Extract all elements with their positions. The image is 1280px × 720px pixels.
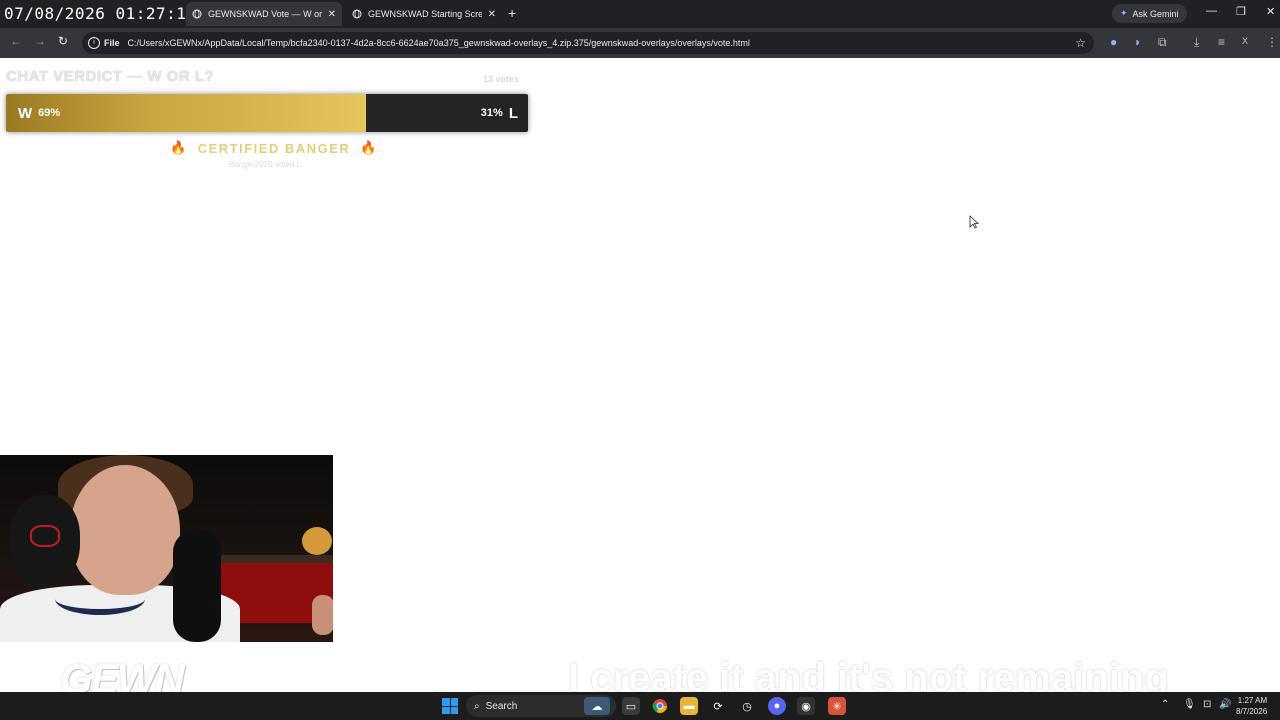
tab-vote[interactable]: GEWNSKWAD Vote — W or L ✕	[186, 2, 342, 26]
new-tab-button[interactable]: +	[508, 5, 516, 21]
taskbar-search-label: Search	[485, 700, 518, 712]
vote-title: CHAT VERDICT — W OR L?	[6, 68, 215, 85]
tab-title: GEWNSKWAD Starting Screen	[368, 9, 482, 19]
close-window-icon[interactable]: ✕	[1266, 5, 1275, 18]
l-segment: 31% L	[366, 94, 528, 132]
lamp	[302, 527, 332, 555]
browser-toolbar: ← → ↻ i File C:/Users/xGEWNx/AppData/Loc…	[0, 28, 1280, 58]
forward-arrow-icon[interactable]: →	[34, 34, 46, 48]
address-bar[interactable]: i File C:/Users/xGEWNx/AppData/Local/Tem…	[82, 32, 1094, 54]
w-percent: 69%	[38, 107, 61, 119]
ask-gemini-button[interactable]: ✦ Ask Gemini	[1112, 4, 1187, 23]
info-icon[interactable]: i	[88, 37, 100, 49]
vote-count: 13 votes	[483, 74, 520, 84]
download-icon[interactable]: ⤓	[1194, 35, 1199, 50]
badge-text: CERTIFIED BANGER	[197, 140, 351, 156]
microphone-tray-icon[interactable]: 🎙	[1183, 699, 1196, 710]
streamer-face	[70, 465, 180, 595]
extension-icon[interactable]: ●	[1110, 35, 1117, 49]
search-icon: ⌕	[474, 700, 480, 712]
certified-banger-badge: 🔥 CERTIFIED BANGER 🔥	[170, 140, 378, 156]
ask-gemini-label: Ask Gemini	[1132, 8, 1179, 19]
weather-widget-icon[interactable]: ☁	[584, 697, 610, 715]
w-letter: W	[18, 104, 33, 122]
profile-avatar-icon[interactable]: X	[1242, 36, 1248, 46]
network-icon[interactable]: ⊡	[1203, 699, 1211, 710]
browser-tab-strip: 07/08/2026 01:27:15 GEWNSKWAD Vote — W o…	[0, 0, 1280, 28]
url-text: C:/Users/xGEWNx/AppData/Local/Temp/bcfa2…	[127, 38, 750, 48]
tab-starting-screen[interactable]: GEWNSKWAD Starting Screen ✕	[346, 2, 502, 26]
clock-app-icon[interactable]: ◷	[738, 697, 756, 715]
stream-clock-overlay: 07/08/2026 01:27:15	[4, 4, 197, 23]
volume-icon[interactable]: 🔊	[1219, 699, 1231, 710]
webcam-feed	[0, 455, 333, 642]
file-scheme-label: File	[104, 38, 120, 48]
windows-taskbar: ⌕ Search ☁ ▭ ▬ ⟳ ◷ ● ◉ ✳ ⌃ 🎙 ⊡ 🔊 1:27 AM…	[0, 692, 1280, 720]
badge-subtext: Banger2020 voted L	[229, 160, 302, 169]
discord-icon[interactable]: ●	[768, 697, 786, 715]
microphone	[173, 530, 221, 642]
mouse-cursor-icon	[969, 215, 980, 232]
tray-chevron-icon[interactable]: ⌃	[1161, 699, 1169, 710]
chrome-icon[interactable]	[651, 697, 669, 715]
globe-icon	[352, 9, 362, 19]
app-icon[interactable]: ⟳	[709, 697, 727, 715]
read-aloud-icon[interactable]: ◗	[1134, 35, 1141, 49]
bookmark-star-icon[interactable]: ☆	[1075, 36, 1086, 50]
close-tab-icon[interactable]: ✕	[328, 9, 336, 20]
tab-title: GEWNSKWAD Vote — W or L	[208, 9, 322, 19]
minimize-icon[interactable]: —	[1206, 5, 1217, 17]
obs-icon[interactable]: ◉	[797, 697, 815, 715]
extensions-puzzle-icon[interactable]: ⧉	[1158, 35, 1167, 50]
headset-logo-icon	[30, 525, 60, 547]
close-tab-icon[interactable]: ✕	[488, 9, 496, 20]
l-letter: L	[508, 104, 518, 122]
back-arrow-icon[interactable]: ←	[10, 34, 22, 48]
taskbar-clock[interactable]: 1:27 AM 8/7/2026	[1236, 695, 1267, 717]
l-percent: 31%	[480, 107, 503, 119]
fire-icon: 🔥	[360, 140, 378, 155]
taskbar-time: 1:27 AM	[1237, 696, 1268, 705]
globe-icon	[192, 9, 202, 19]
gemini-sparkle-icon: ✦	[1120, 8, 1128, 18]
restore-icon[interactable]: ❐	[1236, 5, 1246, 18]
app-orange-icon[interactable]: ✳	[828, 697, 846, 715]
w-segment: W 69%	[6, 94, 367, 132]
taskbar-date: 8/7/2026	[1236, 707, 1268, 716]
task-view-icon[interactable]: ▭	[622, 697, 640, 715]
vote-bar: W 69% 31% L	[6, 94, 528, 132]
menu-kebab-icon[interactable]: ⋮	[1266, 35, 1278, 49]
reading-list-icon[interactable]: ≡	[1218, 35, 1225, 49]
reload-icon[interactable]: ↻	[58, 34, 68, 48]
fire-icon: 🔥	[170, 140, 188, 155]
windows-start-icon[interactable]	[442, 698, 458, 714]
streamer-hand	[312, 595, 333, 635]
file-explorer-icon[interactable]: ▬	[680, 697, 698, 715]
